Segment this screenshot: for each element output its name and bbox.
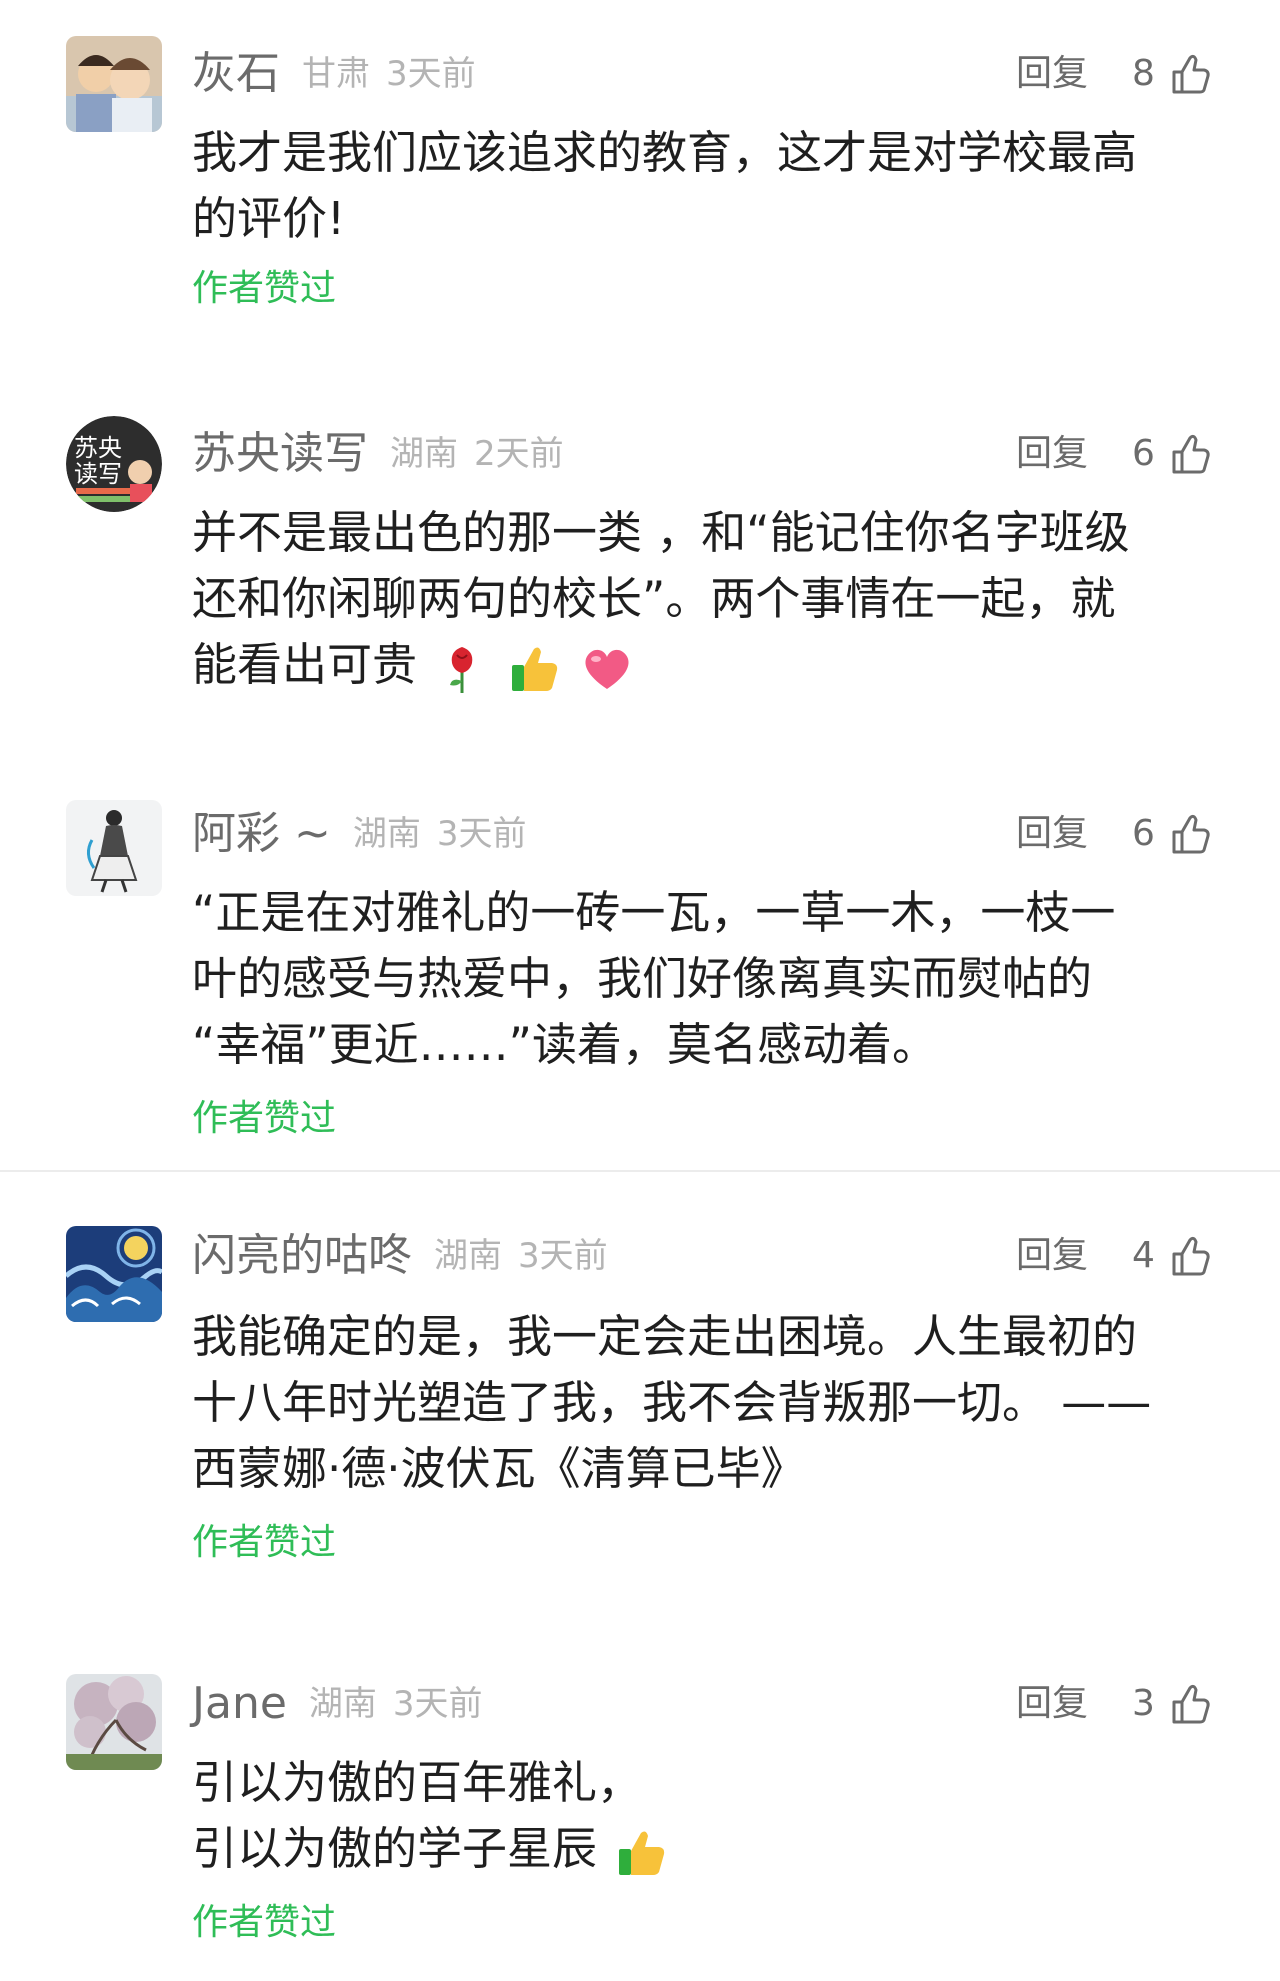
comment-line: “幸福”更近……”读着，莫名感动着。 (192, 1018, 937, 1071)
reply-button[interactable]: 回复 (1016, 1674, 1088, 1734)
comment-line: “正是在对雅礼的一砖一瓦，一草一木，一枝一 (192, 886, 1116, 939)
comment-line: 并不是最出色的那一类 ，和“能记住你名字班级 (192, 506, 1130, 559)
rose-emoji (435, 641, 489, 695)
comment-text: 我才是我们应该追求的教育，这才是对学校最高 的评价! (192, 120, 1222, 252)
comment-text: 并不是最出色的那一类 ，和“能记住你名字班级 还和你闲聊两句的校长”。两个事情在… (192, 500, 1222, 698)
location: 甘肃 (302, 54, 370, 94)
like-count: 4 (1132, 1235, 1155, 1276)
heart-emoji (580, 641, 634, 695)
comment-line: 能看出可贵 (192, 638, 418, 691)
nickname[interactable]: Jane (192, 1674, 287, 1734)
reply-button[interactable]: 回复 (1016, 424, 1088, 484)
comment-line-with-emoji: 引以为傲的学子星辰 (192, 1816, 1222, 1882)
location: 湖南 (390, 434, 458, 474)
comment-line: 我才是我们应该追求的教育，这才是对学校最高 (192, 126, 1138, 179)
comment-line: 还和你闲聊两句的校长”。两个事情在一起，就 (192, 572, 1116, 625)
comment-text: 引以为傲的百年雅礼， 引以为傲的学子星辰 (192, 1750, 1222, 1882)
reply-button[interactable]: 回复 (1016, 1226, 1088, 1286)
comment-line: 叶的感受与热爱中，我们好像离真实而熨帖的 (192, 952, 1093, 1005)
comment-line: 我能确定的是，我一定会走出困境。人生最初的 (192, 1310, 1138, 1363)
comment-text: 我能确定的是，我一定会走出困境。人生最初的 十八年时光塑造了我，我不会背叛那一切… (192, 1304, 1222, 1502)
author-liked-badge: 作者赞过 (192, 268, 337, 309)
nickname[interactable]: 苏央读写 (192, 424, 368, 484)
location: 湖南 (352, 814, 421, 854)
comment-line: 引以为傲的百年雅礼， (192, 1756, 643, 1809)
avatar-text: 读写 (74, 460, 122, 488)
comment-line: 引以为傲的学子星辰 (192, 1822, 598, 1875)
author-liked-badge: 作者赞过 (192, 1098, 337, 1139)
timestamp: 3天前 (518, 1236, 608, 1276)
comment-text: “正是在对雅礼的一砖一瓦，一草一木，一枝一 叶的感受与热爱中，我们好像离真实而熨… (192, 880, 1222, 1078)
location: 湖南 (308, 1684, 377, 1724)
timestamp: 3天前 (392, 1684, 483, 1724)
like-count: 3 (1132, 1683, 1155, 1724)
avatar[interactable]: 苏央 读写 (66, 416, 162, 512)
reply-button[interactable]: 回复 (1016, 804, 1088, 864)
avatar[interactable] (66, 1226, 162, 1322)
thumbs-up-icon[interactable] (1168, 52, 1212, 96)
nickname[interactable]: 闪亮的咕咚 (192, 1226, 412, 1286)
thumbs-up-icon[interactable] (1168, 432, 1212, 476)
section-divider (0, 1170, 1280, 1172)
comment-line: 的评价! (192, 192, 346, 245)
avatar-text: 苏央 (74, 434, 122, 462)
like-count: 8 (1132, 53, 1155, 94)
like-count: 6 (1132, 433, 1155, 474)
comment-line-with-emoji: 能看出可贵 (192, 632, 1222, 698)
thumbs-up-emoji (508, 641, 562, 695)
thumbs-up-icon[interactable] (1168, 812, 1212, 856)
nickname[interactable]: 灰石 (192, 44, 280, 104)
reply-button[interactable]: 回复 (1016, 44, 1088, 104)
timestamp: 2天前 (474, 434, 564, 474)
thumbs-up-icon[interactable] (1168, 1682, 1212, 1726)
thumbs-up-icon[interactable] (1168, 1234, 1212, 1278)
avatar[interactable] (66, 800, 162, 896)
timestamp: 3天前 (436, 814, 527, 854)
timestamp: 3天前 (386, 54, 476, 94)
author-liked-badge: 作者赞过 (192, 1522, 337, 1563)
location: 湖南 (434, 1236, 502, 1276)
nickname[interactable]: 阿彩 ~ (192, 804, 331, 864)
thumbs-up-emoji (615, 1825, 669, 1879)
like-count: 6 (1132, 813, 1155, 854)
comment-line: 十八年时光塑造了我，我不会背叛那一切。 —— (192, 1376, 1152, 1429)
comment-line: 西蒙娜·德·波伏瓦《清算已毕》 (192, 1442, 806, 1495)
author-liked-badge: 作者赞过 (192, 1902, 337, 1943)
avatar[interactable] (66, 1674, 162, 1770)
avatar[interactable] (66, 36, 162, 132)
